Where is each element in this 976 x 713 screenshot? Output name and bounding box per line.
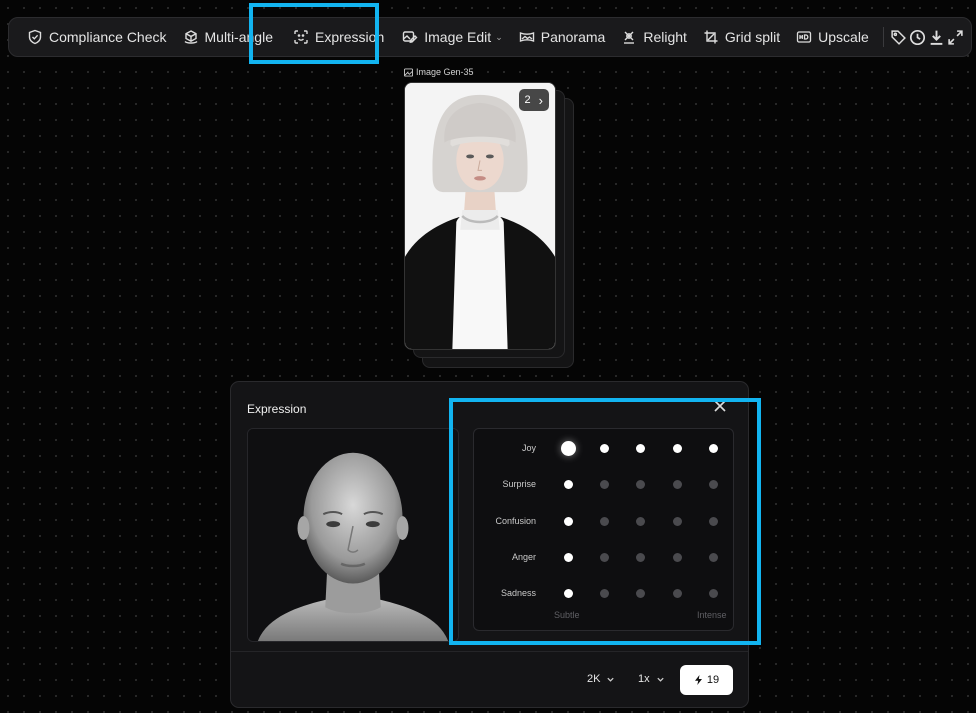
intensity-dot-confusion-4[interactable] — [672, 516, 682, 526]
intensity-dot-joy-5[interactable] — [708, 443, 718, 453]
intensity-dot-sadness-3[interactable] — [635, 588, 645, 598]
chevron-down-icon — [656, 677, 664, 682]
shield-check-icon — [28, 29, 42, 45]
chevron-right-icon: › — [538, 92, 543, 108]
image-gen-name: Image Gen-35 — [416, 67, 474, 77]
expand-button[interactable] — [946, 22, 965, 52]
download-icon — [930, 30, 943, 45]
cube-rotate-icon — [184, 30, 197, 44]
emotion-label-anger: Anger — [511, 552, 536, 562]
intensity-dot-anger-1[interactable] — [563, 552, 573, 562]
panorama-label: Panorama — [540, 29, 606, 45]
reference-face-preview — [247, 428, 459, 642]
crop-icon — [704, 30, 718, 44]
intensity-dot-joy-4[interactable] — [672, 443, 682, 453]
intensity-dot-surprise-5[interactable] — [708, 479, 718, 489]
chevron-down-icon — [607, 677, 615, 682]
close-icon[interactable] — [713, 399, 727, 413]
intensity-dot-confusion-5[interactable] — [708, 516, 718, 526]
image-icon — [404, 67, 413, 77]
generate-button[interactable]: 19 — [680, 665, 733, 695]
intensity-dot-anger-3[interactable] — [635, 552, 645, 562]
generate-cost: 19 — [706, 674, 720, 686]
intensity-dot-sadness-2[interactable] — [599, 588, 609, 598]
panel-footer-divider — [231, 651, 748, 652]
chevron-down-icon: ⌄ — [495, 31, 503, 42]
edit-image-icon — [403, 31, 418, 43]
intensity-dot-sadness-5[interactable] — [708, 588, 718, 598]
intensity-dot-surprise-4[interactable] — [672, 479, 682, 489]
compliance-check-button[interactable]: Compliance Check — [19, 22, 175, 52]
expand-icon — [948, 29, 963, 45]
portrait-image — [405, 83, 555, 349]
expression-panel: Expression Joy Surprise Confusion Anger … — [230, 381, 749, 708]
expression-button[interactable]: Expression — [285, 22, 392, 52]
relight-label: Relight — [643, 29, 687, 45]
emotion-label-sadness: Sadness — [500, 588, 536, 598]
intensity-dot-anger-2[interactable] — [599, 552, 609, 562]
multiplier-value: 1x — [638, 673, 650, 685]
intensity-dot-joy-1[interactable] — [560, 440, 576, 456]
panel-title: Expression — [247, 402, 307, 416]
image-count-badge[interactable]: 2 › — [518, 89, 549, 111]
intensity-dot-surprise-1[interactable] — [563, 479, 573, 489]
upscale-label: Upscale — [818, 29, 869, 45]
download-button[interactable] — [927, 22, 946, 52]
history-icon — [910, 29, 926, 45]
multi-angle-button[interactable]: Multi-angle — [175, 22, 281, 52]
panorama-button[interactable]: Panorama — [511, 22, 614, 52]
reference-face-image — [248, 429, 458, 641]
emotion-label-joy: Joy — [521, 443, 536, 453]
image-edit-label: Image Edit — [424, 29, 492, 45]
relight-icon — [624, 31, 635, 44]
emotion-label-confusion: Confusion — [495, 516, 536, 526]
compliance-check-label: Compliance Check — [49, 29, 167, 45]
intensity-dot-sadness-1[interactable] — [563, 588, 573, 598]
intensity-dot-sadness-4[interactable] — [672, 588, 682, 598]
face-scan-icon — [294, 30, 308, 44]
expression-label: Expression — [314, 29, 385, 45]
tag-button[interactable] — [889, 22, 908, 52]
emotion-label-surprise: Surprise — [502, 479, 536, 489]
top-toolbar: Compliance Check Multi-angle Expression … — [8, 17, 972, 57]
panorama-icon — [519, 31, 534, 43]
grid-split-button[interactable]: Grid split — [695, 22, 788, 52]
multi-angle-label: Multi-angle — [204, 29, 273, 45]
intensity-dot-confusion-2[interactable] — [599, 516, 609, 526]
intensity-dot-surprise-3[interactable] — [635, 479, 645, 489]
toolbar-divider — [882, 27, 884, 47]
scale-label-intense: Intense — [697, 610, 727, 620]
image-edit-button[interactable]: Image Edit ⌄ — [394, 22, 510, 52]
history-button[interactable] — [908, 22, 927, 52]
scale-label-subtle: Subtle — [554, 610, 580, 620]
upscale-button[interactable]: Upscale — [788, 22, 877, 52]
tag-icon — [891, 29, 907, 45]
intensity-dot-joy-2[interactable] — [599, 443, 609, 453]
multiplier-select[interactable]: 1x — [638, 673, 665, 685]
hd-icon — [797, 31, 812, 43]
intensity-dot-surprise-2[interactable] — [599, 479, 609, 489]
grid-split-label: Grid split — [724, 29, 781, 45]
lightning-icon — [694, 675, 702, 685]
image-gen-label: Image Gen-35 — [404, 67, 474, 77]
expression-intensity-grid: Joy Surprise Confusion Anger Sadness Sub… — [473, 428, 734, 631]
relight-button[interactable]: Relight — [613, 22, 695, 52]
intensity-dot-anger-4[interactable] — [672, 552, 682, 562]
resolution-value: 2K — [587, 673, 601, 685]
intensity-dot-confusion-1[interactable] — [563, 516, 573, 526]
intensity-dot-confusion-3[interactable] — [635, 516, 645, 526]
intensity-dot-joy-3[interactable] — [635, 443, 645, 453]
image-count: 2 — [524, 94, 531, 106]
image-gen-card[interactable]: 2 › — [404, 82, 556, 350]
intensity-dot-anger-5[interactable] — [708, 552, 718, 562]
resolution-select[interactable]: 2K — [587, 673, 615, 685]
